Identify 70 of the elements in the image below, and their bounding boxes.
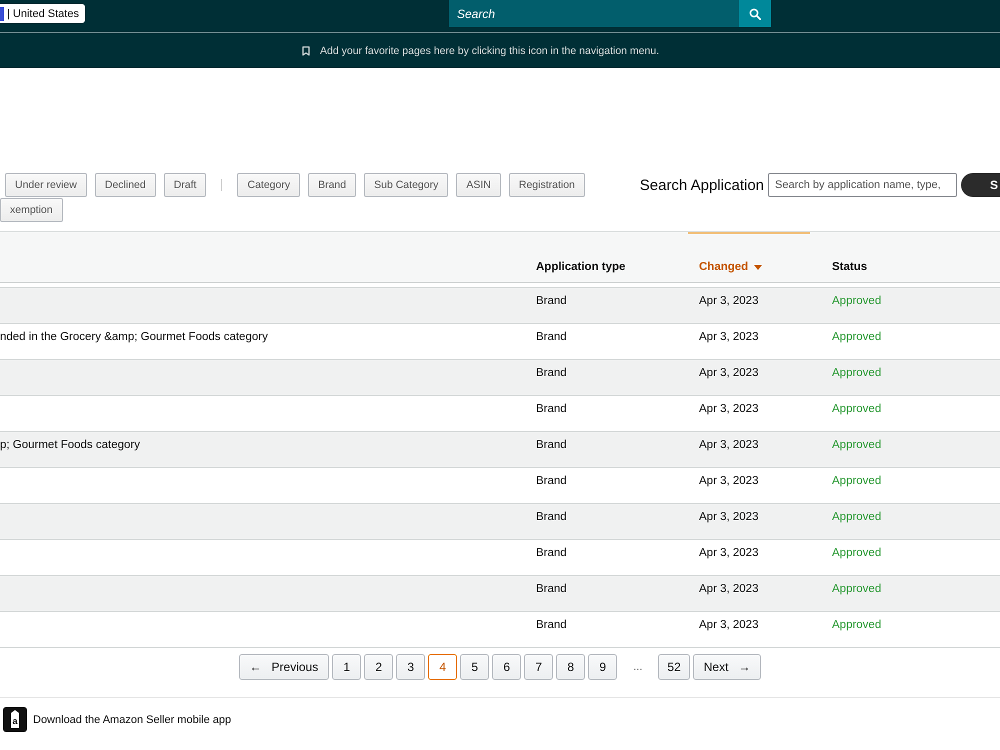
previous-button[interactable]: ← Previous xyxy=(238,654,330,680)
search-button[interactable] xyxy=(739,0,771,27)
page-button[interactable]: 9 xyxy=(588,654,618,680)
table-cell: nded in the Grocery &amp; Gourmet Foods category xyxy=(0,331,268,343)
page-button[interactable]: 2 xyxy=(364,654,394,680)
table-cell: Brand xyxy=(536,547,567,559)
status-text: Approved xyxy=(832,511,882,523)
table-cell: Brand xyxy=(536,511,567,523)
table-cell: Brand xyxy=(536,295,567,307)
status-text: Approved xyxy=(832,295,882,307)
table-cell: Brand xyxy=(536,439,567,451)
table-cell: Brand xyxy=(536,619,567,631)
filter-button[interactable]: Brand xyxy=(308,173,356,197)
status-text: Approved xyxy=(832,583,882,595)
bookmark-icon xyxy=(302,46,310,56)
page-button[interactable]: 6 xyxy=(492,654,522,680)
caret-down-icon xyxy=(754,264,762,270)
page-button[interactable]: 3 xyxy=(396,654,426,680)
page-button[interactable]: 5 xyxy=(460,654,490,680)
status-text: Approved xyxy=(832,367,882,379)
filter-button[interactable]: Category xyxy=(237,173,300,197)
status-text: Approved xyxy=(832,547,882,559)
table-cell: Apr 3, 2023 xyxy=(699,331,758,343)
table-cell: Apr 3, 2023 xyxy=(699,475,758,487)
submit-button[interactable]: S xyxy=(961,173,1000,197)
filter-button[interactable]: Registration xyxy=(508,173,585,197)
table-cell: Brand xyxy=(536,367,567,379)
search-field[interactable]: Search xyxy=(449,0,739,27)
table-cell: Apr 3, 2023 xyxy=(699,583,758,595)
flag-icon xyxy=(0,6,4,20)
status-text: Approved xyxy=(832,619,882,631)
table-cell: Brand xyxy=(536,583,567,595)
app-icon: a xyxy=(3,707,27,732)
filter-button[interactable]: Draft xyxy=(164,173,206,197)
column-header[interactable]: Application type xyxy=(536,261,626,273)
table-cell: Apr 3, 2023 xyxy=(699,547,758,559)
table-cell: p; Gourmet Foods category xyxy=(0,439,140,451)
column-header[interactable]: Changed xyxy=(699,261,762,273)
next-button[interactable]: Next → xyxy=(692,654,762,680)
page-button[interactable]: 1 xyxy=(332,654,362,680)
search-icon xyxy=(749,8,761,20)
page-button[interactable]: 7 xyxy=(524,654,554,680)
filter-button[interactable]: ASIN xyxy=(456,173,501,197)
table-cell: Apr 3, 2023 xyxy=(699,367,758,379)
column-header[interactable]: Status xyxy=(832,261,868,273)
filter-button[interactable]: Declined xyxy=(94,173,156,197)
status-text: Approved xyxy=(832,475,882,487)
filter-button[interactable]: Sub Category xyxy=(364,173,448,197)
page-button[interactable]: 4 xyxy=(428,654,458,680)
status-text: Approved xyxy=(832,403,882,415)
table-cell: Apr 3, 2023 xyxy=(699,511,758,523)
page-button[interactable]: 52 xyxy=(658,654,690,680)
table-cell: Brand xyxy=(536,331,567,343)
app-download-link[interactable]: Download the Amazon Seller mobile app xyxy=(33,714,232,726)
table-cell: Apr 3, 2023 xyxy=(699,295,758,307)
table-cell: Apr 3, 2023 xyxy=(699,619,758,631)
table-cell: Brand xyxy=(536,475,567,487)
search-label: Search Application xyxy=(640,176,764,194)
filter-button[interactable]: Under review xyxy=(5,173,87,197)
favorites-tip: Add your favorite pages here by clicking this icon in the navigation menu. xyxy=(320,44,660,56)
page-button[interactable]: 8 xyxy=(556,654,586,680)
status-text: Approved xyxy=(832,439,882,451)
application-search-field[interactable]: Search by application name, type, xyxy=(768,173,957,197)
table-cell: Apr 3, 2023 xyxy=(699,403,758,415)
table-cell: Brand xyxy=(536,403,567,415)
filter-button[interactable]: xemption xyxy=(0,198,63,222)
table-cell: Apr 3, 2023 xyxy=(699,439,758,451)
region-selector[interactable]: | United States xyxy=(0,4,85,23)
ellipsis: ... xyxy=(633,661,642,673)
status-text: Approved xyxy=(832,331,882,343)
